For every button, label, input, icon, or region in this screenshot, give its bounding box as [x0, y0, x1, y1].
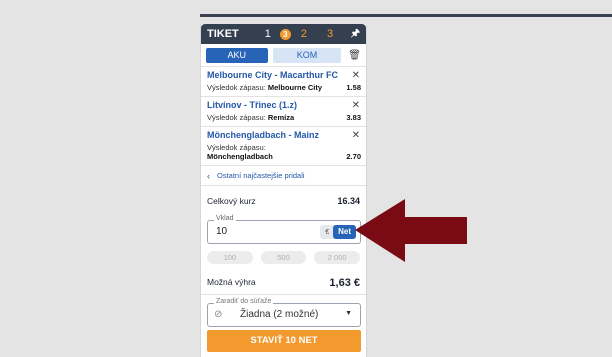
quick-stake-button[interactable]: 100 — [207, 251, 253, 264]
quick-stake-button[interactable]: 500 — [260, 251, 307, 264]
slip-tab-1[interactable]: 1 — [265, 28, 271, 40]
stake-input[interactable]: 10 — [216, 226, 227, 237]
slip-tab-2[interactable]: 2 — [301, 28, 307, 40]
bet-detail-row: Výsledok zápasu: Remíza 3.83 — [207, 113, 361, 122]
place-bet-button[interactable]: STAVIŤ 10 NET — [207, 330, 361, 352]
tab-kom[interactable]: KOM — [272, 47, 342, 63]
divider — [201, 294, 366, 295]
bet-pick: Mönchengladbach — [207, 152, 273, 161]
bet-odds: 3.83 — [346, 113, 361, 122]
trash-icon[interactable]: 🗑 — [348, 50, 361, 61]
quick-stake-button[interactable]: 2 000 — [314, 251, 361, 264]
bet-detail-row: Mönchengladbach 2.70 — [207, 152, 361, 161]
more-picks-link[interactable]: ‹ Ostatní najčastejšie pridali — [201, 165, 366, 186]
close-icon[interactable]: ✕ — [352, 130, 360, 141]
arrow-annotation — [355, 199, 467, 262]
bet-item: Mönchengladbach - Mainz ✕ Výsledok zápas… — [201, 126, 366, 165]
bet-pick: Remíza — [267, 113, 295, 122]
arrow-shape — [355, 199, 467, 262]
stake-label: Vklad — [214, 215, 236, 222]
competition-value: Žiadna (2 možné) — [240, 309, 319, 320]
slip-count-badge: 3 — [279, 28, 291, 40]
bet-match[interactable]: Mönchengladbach - Mainz — [207, 130, 361, 140]
quick-stake-buttons: 100 500 2 000 — [207, 251, 361, 264]
bet-match[interactable]: Litvínov - Třinec (1.z) — [207, 100, 361, 110]
bet-slip-header: TIKET 1 3 2 3 🖈 — [201, 24, 366, 44]
close-icon[interactable]: ✕ — [352, 70, 360, 81]
top-divider — [200, 14, 612, 17]
net-option[interactable]: Net — [333, 225, 356, 239]
pin-icon[interactable]: 🖈 — [351, 26, 360, 43]
stake-type-toggle[interactable]: € Net — [320, 225, 356, 239]
currency-symbol: € — [325, 228, 330, 236]
bet-label: Výsledok zápasu: — [207, 83, 266, 92]
slip-tab-3[interactable]: 3 — [327, 28, 333, 40]
possible-win-row: Možná výhra 1,63 € — [207, 277, 360, 289]
total-odds-row: Celkový kurz 16.34 — [201, 186, 366, 212]
bet-odds: 2.70 — [346, 152, 361, 161]
bet-label: Výsledok zápasu: — [207, 143, 266, 152]
bet-item: Melbourne City - Macarthur FC ✕ Výsledok… — [201, 66, 366, 96]
bet-slip-panel: TIKET 1 3 2 3 🖈 AKU KOM 🗑 Melbourne City… — [200, 24, 367, 357]
competition-label: Zaradiť do súťaže — [214, 298, 274, 305]
stake-field[interactable]: Vklad 10 € Net — [207, 215, 361, 244]
bet-label: Výsledok zápasu: — [207, 113, 266, 122]
close-icon[interactable]: ✕ — [352, 100, 360, 111]
total-odds-label: Celkový kurz — [207, 196, 256, 206]
competition-select[interactable]: Zaradiť do súťaže ⊘ Žiadna (2 možné) ▼ — [207, 298, 361, 327]
bet-match[interactable]: Melbourne City - Macarthur FC — [207, 70, 361, 80]
bet-detail-row: Výsledok zápasu: Melbourne City 1.58 — [207, 83, 361, 92]
chevron-left-icon: ‹ — [207, 170, 210, 181]
bet-pick: Melbourne City — [267, 83, 323, 92]
possible-win-value: 1,63 € — [329, 277, 360, 289]
bet-item: Litvínov - Třinec (1.z) ✕ Výsledok zápas… — [201, 96, 366, 126]
caret-down-icon: ▼ — [345, 310, 352, 317]
more-picks-label: Ostatní najčastejšie pridali — [217, 171, 305, 180]
possible-win-label: Možná výhra — [207, 277, 256, 287]
tab-aku[interactable]: AKU — [206, 47, 268, 63]
ban-icon: ⊘ — [214, 309, 223, 320]
bet-type-tabs: AKU KOM 🗑 — [201, 44, 366, 66]
bet-slip-title: TIKET — [207, 28, 239, 40]
bet-odds: 1.58 — [346, 83, 361, 92]
